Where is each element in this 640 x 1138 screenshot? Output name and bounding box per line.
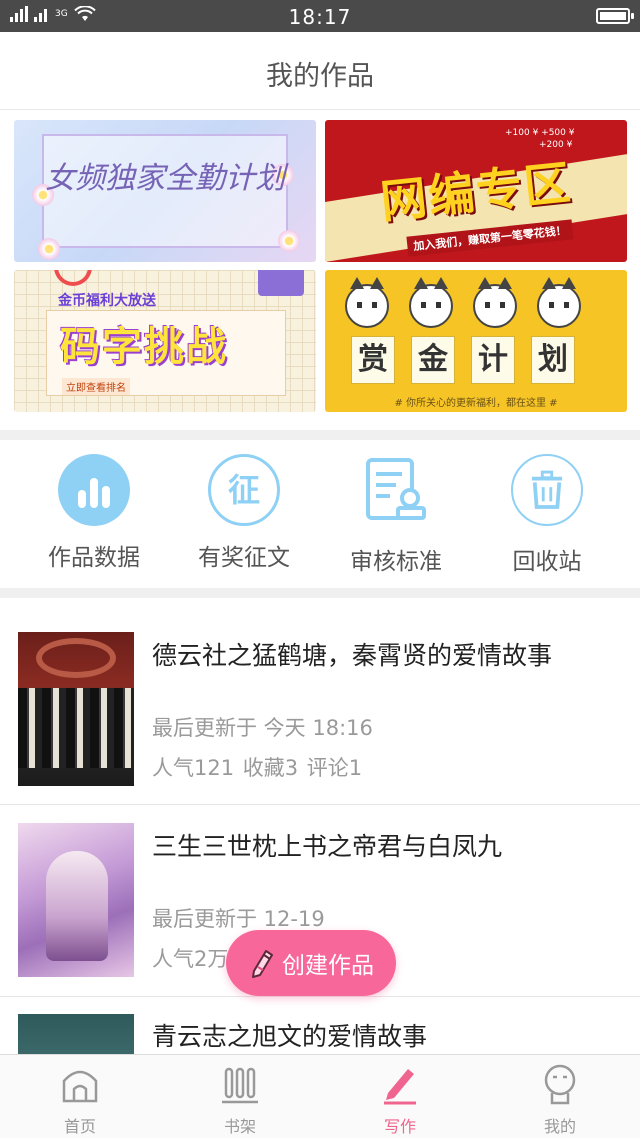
banner-head: 金币福利大放送 xyxy=(58,293,156,309)
section-divider xyxy=(0,588,640,598)
banner-char: 计 xyxy=(471,336,515,384)
create-work-label: 创建作品 xyxy=(282,953,374,979)
entry-label: 回收站 xyxy=(512,549,582,575)
create-work-button[interactable]: 创建作品 xyxy=(226,930,396,996)
entry-work-data[interactable]: 作品数据 xyxy=(34,454,154,572)
banner-char: 划 xyxy=(531,336,575,384)
profile-icon xyxy=(544,1064,576,1105)
tab-label: 我的 xyxy=(543,1117,576,1136)
bar-chart-icon xyxy=(58,454,130,526)
tab-label: 首页 xyxy=(63,1117,96,1136)
box-decoration-icon xyxy=(258,270,304,296)
page-title: 我的作品 xyxy=(266,61,374,92)
banner-editor-zone[interactable]: +100 ¥ +500 ¥ +200 ¥ 网编专区 加入我们，赚取第一笔零花钱！ xyxy=(325,120,627,262)
entry-contest[interactable]: 征 有奖征文 xyxy=(184,454,304,572)
trash-icon xyxy=(511,454,583,526)
tab-write[interactable]: 写作 xyxy=(320,1055,480,1138)
entry-label: 审核标准 xyxy=(350,549,442,575)
work-title: 德云社之猛鹤塘，秦霄贤的爱情故事 xyxy=(152,641,553,670)
pencil-icon xyxy=(252,950,273,978)
cat-icon xyxy=(537,277,581,328)
work-item[interactable]: 德云社之猛鹤塘，秦霄贤的爱情故事 最后更新于 今天 18:16 人气121 收藏… xyxy=(0,618,640,804)
banner-title: 码字挑战 xyxy=(60,324,228,370)
tab-label: 书架 xyxy=(223,1117,256,1136)
write-pencil-icon xyxy=(384,1069,416,1105)
cat-icon xyxy=(409,277,453,328)
entry-label: 有奖征文 xyxy=(198,545,290,571)
work-title: 青云志之旭文的爱情故事 xyxy=(152,1022,428,1051)
banner-money: +100 ¥ +500 ¥ xyxy=(505,128,575,138)
bottom-tab-bar: 首页 书架 写作 我的 xyxy=(0,1054,640,1138)
work-item[interactable]: 青云志之旭文的爱情故事 xyxy=(0,997,640,1054)
work-updated: 最后更新于 12-19 xyxy=(152,907,325,931)
home-icon xyxy=(62,1070,98,1103)
banner-bounty-plan[interactable]: 赏 金 计 划 # 你所关心的更新福利，都在这里 # xyxy=(325,270,627,412)
banner-note: 立即查看排名 xyxy=(62,378,130,395)
zheng-icon: 征 xyxy=(208,454,280,526)
cats-illustration xyxy=(345,277,581,328)
tab-home[interactable]: 首页 xyxy=(0,1055,160,1138)
banner-title: 女频独家全勤计划 xyxy=(45,161,285,196)
banner-title: 赏 金 计 划 xyxy=(351,336,575,384)
entry-recycle-bin[interactable]: 回收站 xyxy=(487,454,607,576)
cat-icon xyxy=(345,277,389,328)
entry-label: 作品数据 xyxy=(48,545,140,571)
work-updated: 最后更新于 今天 18:16 xyxy=(152,716,373,740)
section-divider xyxy=(0,430,640,440)
tab-label: 写作 xyxy=(383,1117,416,1136)
status-bar: 3G 18:17 xyxy=(0,0,640,32)
tab-profile[interactable]: 我的 xyxy=(480,1055,640,1138)
work-cover xyxy=(18,1014,134,1054)
banner-typing-challenge[interactable]: 金币福利大放送 码字挑战 立即查看排名 xyxy=(14,270,316,412)
bookshelf-icon xyxy=(222,1067,258,1104)
page-header: 我的作品 xyxy=(0,32,640,110)
banner-char: 赏 xyxy=(351,336,395,384)
banner-fulltime-plan[interactable]: 女频独家全勤计划 xyxy=(14,120,316,262)
clock: 18:17 xyxy=(288,5,352,29)
review-document-icon xyxy=(366,458,426,520)
work-stats: 人气121 收藏3 评论1 xyxy=(152,756,363,780)
work-cover xyxy=(18,823,134,977)
cat-icon xyxy=(473,277,517,328)
flower-decoration-icon xyxy=(278,230,300,252)
work-title: 三生三世枕上书之帝君与白凤九 xyxy=(152,832,503,861)
work-cover xyxy=(18,632,134,786)
tab-bookshelf[interactable]: 书架 xyxy=(160,1055,320,1138)
battery-icon xyxy=(596,8,634,24)
banner-caption: # 你所关心的更新福利，都在这里 # xyxy=(394,398,558,409)
banner-char: 金 xyxy=(411,336,455,384)
flower-decoration-icon xyxy=(38,238,60,260)
entry-review-standard[interactable]: 审核标准 xyxy=(336,454,456,576)
